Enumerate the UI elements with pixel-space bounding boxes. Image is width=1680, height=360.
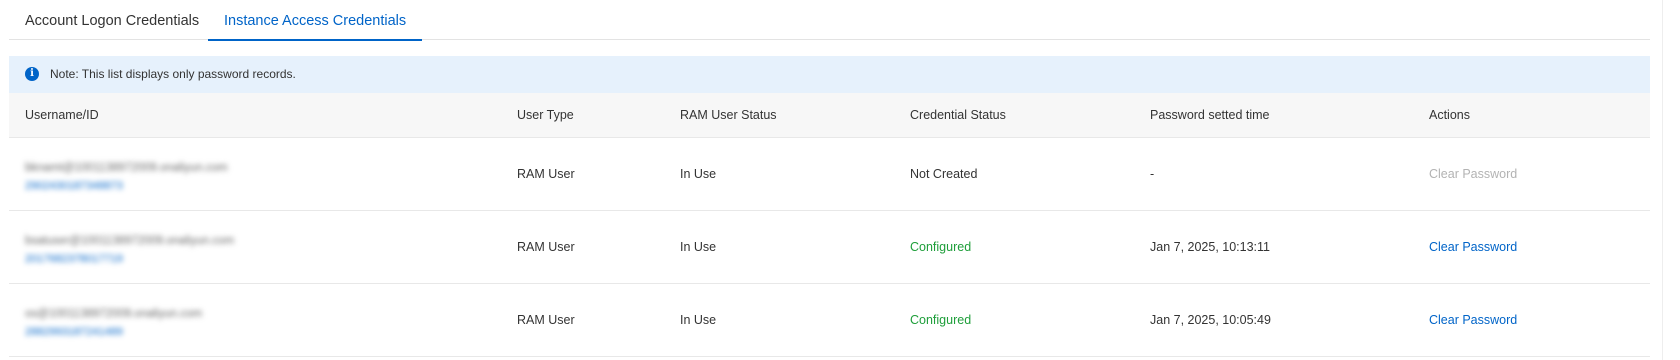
notice-text: Note: This list displays only password r… bbox=[50, 67, 296, 81]
column-header-credential-status: Credential Status bbox=[910, 108, 1006, 122]
column-header-actions: Actions bbox=[1429, 108, 1470, 122]
credential-status: Configured bbox=[910, 313, 972, 327]
clear-password-button[interactable]: Clear Password bbox=[1429, 211, 1517, 284]
column-header-username: Username/ID bbox=[25, 108, 99, 122]
password-setted-time: - bbox=[1150, 167, 1155, 181]
username: bknamt@1001138972009.onaliyun.com bbox=[25, 162, 228, 174]
clear-password-button[interactable]: Clear Password bbox=[1429, 284, 1517, 357]
column-header-ram-user-status: RAM User Status bbox=[680, 108, 777, 122]
password-setted-time: Jan 7, 2025, 10:13:11 bbox=[1150, 240, 1271, 254]
credentials-table: Username/ID User Type RAM User Status Cr… bbox=[9, 93, 1650, 357]
table-row: os@1001138972009.onaliyun.com 2882993187… bbox=[9, 284, 1650, 357]
password-setted-time: Jan 7, 2025, 10:05:49 bbox=[1150, 313, 1271, 327]
credential-tabs: Account Logon Credentials Instance Acces… bbox=[9, 0, 1650, 41]
info-notice: i Note: This list displays only password… bbox=[9, 56, 1650, 93]
tab-account-logon-credentials[interactable]: Account Logon Credentials bbox=[9, 0, 215, 40]
user-type: RAM User bbox=[517, 240, 575, 254]
clear-password-button[interactable]: Clear Password bbox=[1429, 138, 1517, 211]
user-id-link[interactable]: 2882993187241489 bbox=[25, 326, 123, 338]
ram-user-status: In Use bbox=[680, 240, 717, 254]
user-id-link[interactable]: 2017682378017719 bbox=[25, 253, 123, 265]
user-id-link[interactable]: 2902430187348873 bbox=[25, 180, 123, 192]
credential-status: Not Created bbox=[910, 167, 978, 181]
credential-status: Configured bbox=[910, 240, 972, 254]
username: bsatuser@1001138972009.onaliyun.com bbox=[25, 235, 235, 247]
table-header: Username/ID User Type RAM User Status Cr… bbox=[9, 93, 1650, 138]
table-row: bsatuser@1001138972009.onaliyun.com 2017… bbox=[9, 211, 1650, 284]
info-icon: i bbox=[25, 67, 39, 81]
ram-user-status: In Use bbox=[680, 313, 717, 327]
username: os@1001138972009.onaliyun.com bbox=[25, 308, 203, 320]
user-type: RAM User bbox=[517, 167, 575, 181]
table-row: bknamt@1001138972009.onaliyun.com 290243… bbox=[9, 138, 1650, 211]
column-header-password-time: Password setted time bbox=[1150, 108, 1270, 122]
ram-user-status: In Use bbox=[680, 167, 717, 181]
tab-instance-access-credentials[interactable]: Instance Access Credentials bbox=[208, 0, 423, 41]
user-type: RAM User bbox=[517, 313, 575, 327]
column-header-user-type: User Type bbox=[517, 108, 574, 122]
vertical-scrollbar[interactable] bbox=[1662, 0, 1680, 360]
